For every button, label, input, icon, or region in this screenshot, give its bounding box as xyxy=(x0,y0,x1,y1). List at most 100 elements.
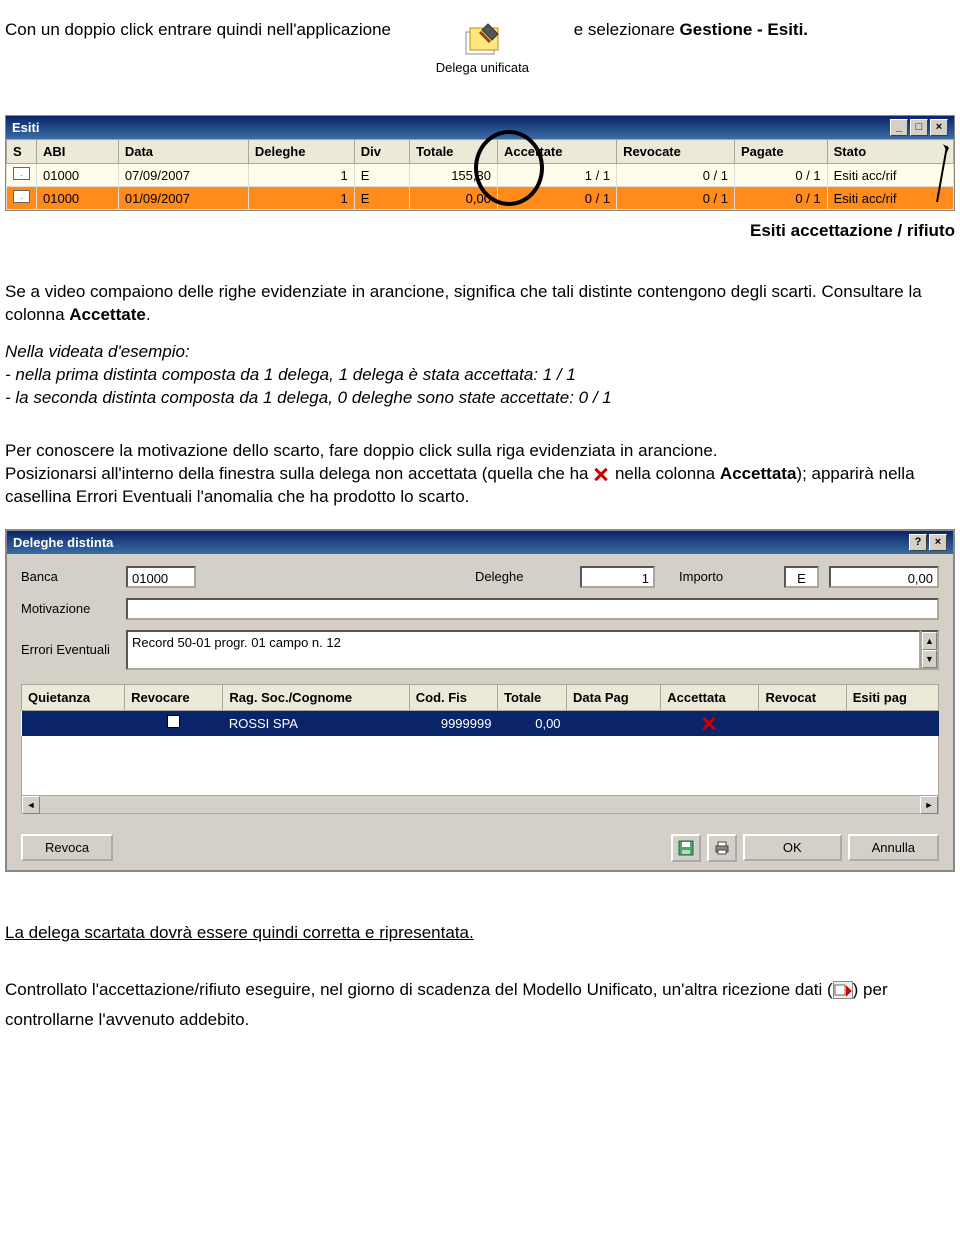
x-red-icon xyxy=(593,466,610,483)
close-button[interactable]: × xyxy=(929,534,947,551)
scroll-track[interactable] xyxy=(40,796,920,813)
field-banca[interactable]: 01000 xyxy=(126,566,196,588)
cell-accettata xyxy=(661,710,759,736)
table-row[interactable]: 01000 07/09/2007 1 E 155,30 1 / 1 0 / 1 … xyxy=(7,164,954,187)
col-esiti[interactable]: Esiti pag xyxy=(846,684,938,710)
esiti-grid: S ABI Data Deleghe Div Totale Accettate … xyxy=(6,139,954,210)
footer2-pre: Controllato l'accettazione/rifiuto esegu… xyxy=(5,980,833,999)
col-accettata[interactable]: Accettata xyxy=(661,684,759,710)
field-importo-curr[interactable]: E xyxy=(784,566,819,588)
col-deleghe[interactable]: Deleghe xyxy=(248,140,354,164)
cell-rag: ROSSI SPA xyxy=(223,710,409,736)
errori-wrap: Record 50-01 progr. 01 campo n. 12 ▲ ▼ xyxy=(126,630,939,670)
p3-l1: Per conoscere la motivazione dello scart… xyxy=(5,441,718,460)
cell-div: E xyxy=(354,164,409,187)
paragraph-1: Se a video compaiono delle righe evidenz… xyxy=(5,281,955,327)
revoca-button[interactable]: Revoca xyxy=(21,834,113,861)
label-motivazione: Motivazione xyxy=(21,601,116,616)
intro-post-pre: e selezionare xyxy=(574,20,680,39)
col-div[interactable]: Div xyxy=(354,140,409,164)
delega-icon-label: Delega unificata xyxy=(436,60,529,75)
scroll-up-icon[interactable]: ▲ xyxy=(922,632,937,650)
deleghe-dialog: Deleghe distinta ? × Banca 01000 Deleghe… xyxy=(5,529,955,872)
col-abi[interactable]: ABI xyxy=(37,140,119,164)
col-data[interactable]: Data xyxy=(118,140,248,164)
scroll-right-icon[interactable]: ► xyxy=(920,796,938,814)
row-errori: Errori Eventuali Record 50-01 progr. 01 … xyxy=(21,630,939,670)
print-icon-button[interactable] xyxy=(707,834,737,862)
cell-deleghe: 1 xyxy=(248,164,354,187)
minimize-button[interactable]: _ xyxy=(890,119,908,136)
cell-div: E xyxy=(354,187,409,210)
col-revocata[interactable]: Revocat xyxy=(759,684,846,710)
scroll-left-icon[interactable]: ◄ xyxy=(22,796,40,814)
col-totale[interactable]: Totale xyxy=(497,684,566,710)
caption-esiti: Esiti accettazione / rifiuto xyxy=(5,221,955,241)
p2-l1: Nella videata d'esempio: xyxy=(5,342,190,361)
field-errori[interactable]: Record 50-01 progr. 01 campo n. 12 xyxy=(126,630,921,670)
cell-esiti xyxy=(846,710,938,736)
envelope-icon xyxy=(13,190,30,203)
cell-revocare[interactable] xyxy=(125,710,223,736)
errori-scrollbar[interactable]: ▲ ▼ xyxy=(921,630,939,670)
col-quietanza[interactable]: Quietanza xyxy=(22,684,125,710)
cell-cf: 9999999 xyxy=(409,710,497,736)
col-revocare[interactable]: Revocare xyxy=(125,684,223,710)
col-revocate[interactable]: Revocate xyxy=(617,140,735,164)
col-accettate[interactable]: Accettate xyxy=(497,140,616,164)
label-errori: Errori Eventuali xyxy=(21,642,116,657)
cell-pagate: 0 / 1 xyxy=(734,187,827,210)
p3-l2-pre: Posizionarsi all'interno della finestra … xyxy=(5,464,593,483)
cell-accettate: 0 / 1 xyxy=(497,187,616,210)
maximize-button[interactable]: □ xyxy=(910,119,928,136)
close-button[interactable]: × xyxy=(930,119,948,136)
deleghe-grid: Quietanza Revocare Rag. Soc./Cognome Cod… xyxy=(21,684,939,736)
ricezione-dati-icon xyxy=(833,981,853,999)
paragraph-3: Per conoscere la motivazione dello scart… xyxy=(5,440,955,509)
paragraph-2: Nella videata d'esempio: - nella prima d… xyxy=(5,341,955,410)
cell-totale: 155,30 xyxy=(410,164,498,187)
x-red-icon xyxy=(701,715,718,732)
cell-revocate: 0 / 1 xyxy=(617,164,735,187)
esiti-titlebar: Esiti _ □ × xyxy=(6,116,954,139)
col-rag[interactable]: Rag. Soc./Cognome xyxy=(223,684,409,710)
cell-revocate: 0 / 1 xyxy=(617,187,735,210)
field-deleghe[interactable]: 1 xyxy=(580,566,655,588)
row-motivazione: Motivazione xyxy=(21,598,939,620)
field-importo[interactable]: 0,00 xyxy=(829,566,939,588)
cell-totale: 0,00 xyxy=(410,187,498,210)
table-row[interactable]: 01000 01/09/2007 1 E 0,00 0 / 1 0 / 1 0 … xyxy=(7,187,954,210)
p3-l2-bold: Accettata xyxy=(720,464,797,483)
cell-abi: 01000 xyxy=(37,187,119,210)
table-row[interactable]: ROSSI SPA 9999999 0,00 xyxy=(22,710,939,736)
row-banca: Banca 01000 Deleghe 1 Importo E 0,00 xyxy=(21,566,939,588)
esiti-title: Esiti xyxy=(12,120,39,135)
col-totale[interactable]: Totale xyxy=(410,140,498,164)
dlg-window-buttons: ? × xyxy=(909,534,947,551)
cell-revocata xyxy=(759,710,846,736)
col-pagate[interactable]: Pagate xyxy=(734,140,827,164)
p1-post: . xyxy=(146,305,151,324)
col-cf[interactable]: Cod. Fis xyxy=(409,684,497,710)
cell-totale: 0,00 xyxy=(497,710,566,736)
save-icon-button[interactable] xyxy=(671,834,701,862)
cell-accettate: 1 / 1 xyxy=(497,164,616,187)
footer-1: La delega scartata dovrà essere quindi c… xyxy=(5,922,955,945)
delega-icon-block: Delega unificata xyxy=(436,20,529,75)
ok-button[interactable]: OK xyxy=(743,834,842,861)
dlg-body: Banca 01000 Deleghe 1 Importo E 0,00 Mot… xyxy=(7,554,953,826)
p1-bold: Accettate xyxy=(69,305,146,324)
label-deleghe: Deleghe xyxy=(475,569,570,584)
col-datapag[interactable]: Data Pag xyxy=(567,684,661,710)
cell-data: 01/09/2007 xyxy=(118,187,248,210)
p2-l3: - la seconda distinta composta da 1 dele… xyxy=(5,388,612,407)
help-button[interactable]: ? xyxy=(909,534,927,551)
field-motivazione[interactable] xyxy=(126,598,939,620)
horizontal-scrollbar[interactable]: ◄ ► xyxy=(21,796,939,814)
intro-post-bold: Gestione - Esiti. xyxy=(680,20,808,39)
col-s[interactable]: S xyxy=(7,140,37,164)
annulla-button[interactable]: Annulla xyxy=(848,834,939,861)
checkbox-icon[interactable] xyxy=(167,715,180,728)
grid-blank xyxy=(21,736,939,796)
scroll-down-icon[interactable]: ▼ xyxy=(922,650,937,668)
